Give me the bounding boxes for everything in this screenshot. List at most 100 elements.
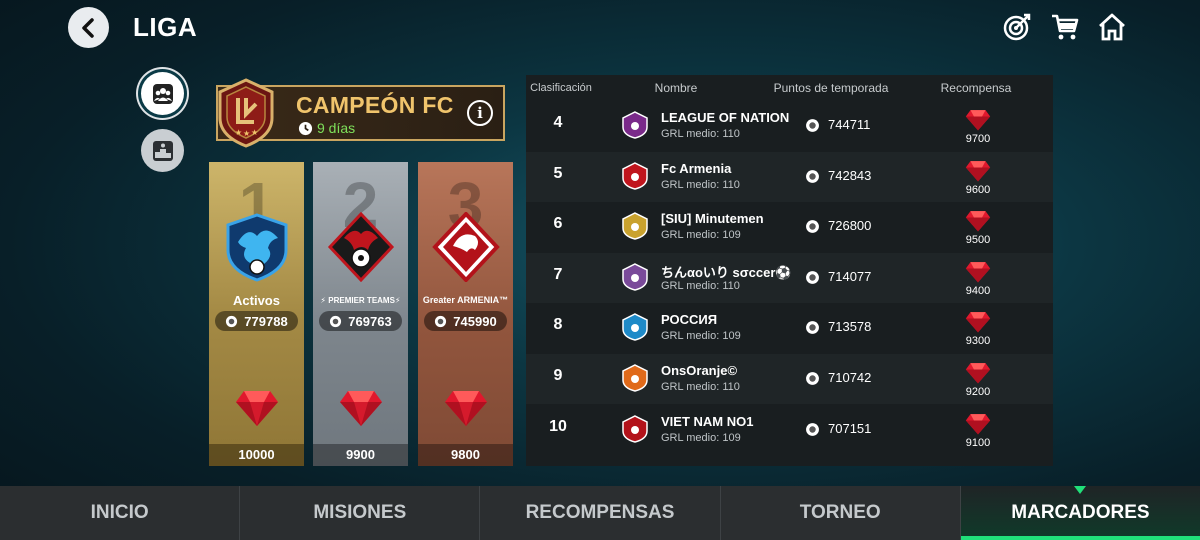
header-rank: Clasificación	[530, 82, 592, 94]
row-points: 742843	[828, 167, 872, 183]
team-crest-icon	[226, 213, 288, 282]
teams-icon	[152, 83, 173, 104]
team-logo-icon	[622, 161, 648, 190]
row-points: 726800	[828, 218, 872, 234]
row-team-name: LEAGUE OF NATION	[661, 110, 790, 125]
row-points: 713578	[828, 319, 872, 335]
points-medal-icon	[806, 372, 819, 385]
table-row[interactable]: 8 РОССИЯ GRL medio: 109 713578 9300	[526, 303, 1053, 353]
header-points: Puntos de temporada	[773, 81, 889, 95]
team-logo-icon	[622, 262, 648, 291]
division-name: CAMPEÓN FC	[296, 92, 454, 118]
podium-reward: 10000	[209, 444, 304, 466]
tab-torneo[interactable]: TORNEO	[721, 486, 961, 540]
row-grl: GRL medio: 110	[661, 128, 740, 140]
row-rank: 5	[553, 164, 563, 182]
tab-label: RECOMPENSAS	[525, 502, 675, 523]
row-grl: GRL medio: 110	[661, 381, 740, 393]
row-team-name: ちんαoいり ѕσccer⚽	[661, 264, 792, 280]
table-row[interactable]: 7 ちんαoいり ѕσccer⚽ GRL medio: 110 714077 9400	[526, 252, 1053, 303]
tab-recompensas[interactable]: RECOMPENSAS	[480, 486, 721, 540]
division-badge-icon: ★ ★ ★	[218, 78, 274, 148]
info-icon: i	[477, 104, 483, 122]
row-grl: GRL medio: 110	[661, 279, 740, 292]
points-medal-icon	[435, 315, 447, 327]
podium-card-2[interactable]: 2 ⚡ PREMIER TEAMS⚡ 769763 9900	[313, 162, 408, 466]
podium-reward: 9800	[418, 444, 513, 466]
active-tab-indicator	[1074, 486, 1087, 494]
tab-inicio[interactable]: INICIO	[0, 486, 241, 540]
table-header: Clasificación Nombre Puntos de temporada…	[526, 75, 1053, 101]
row-reward: 9300	[965, 335, 991, 348]
row-team-name: Fc Armenia	[661, 160, 732, 176]
podium-points: 779788	[215, 311, 298, 331]
table-row[interactable]: 10 VIET NAM NO1 GRL medio: 109 707151 9100	[526, 405, 1053, 455]
row-team-name: VIET NAM NO1	[661, 413, 754, 429]
row-reward: 9100	[965, 436, 991, 449]
table-row[interactable]: 4 LEAGUE OF NATION GRL medio: 110 744711 970…	[526, 101, 1053, 151]
row-reward: 9700	[965, 133, 991, 145]
points-medal-icon	[806, 422, 819, 436]
division-banner: ★ ★ ★ CAMPEÓN FC 9 días i	[216, 78, 505, 148]
clock-icon	[298, 121, 313, 135]
home-icon	[1099, 13, 1125, 41]
gem-icon	[965, 211, 991, 232]
gem-icon	[445, 391, 487, 426]
points-medal-icon	[806, 321, 819, 335]
row-grl: GRL medio: 109	[661, 229, 741, 242]
tab-misiones[interactable]: MISIONES	[240, 486, 481, 540]
table-row[interactable]: 5 Fc Armenia GRL medio: 110 742843 9600	[526, 151, 1053, 202]
team-logo-icon	[622, 111, 648, 139]
team-logo-icon	[622, 414, 648, 443]
svg-text:★: ★	[243, 129, 250, 138]
home-button[interactable]	[1097, 12, 1127, 42]
team-logo-icon	[622, 364, 648, 392]
back-icon	[81, 17, 94, 38]
table-row[interactable]: 6 [SIU] Minutemen GRL medio: 109 726800 9500	[526, 202, 1053, 252]
team-crest-icon	[432, 212, 500, 282]
gem-icon	[965, 160, 991, 182]
podium-points: 769763	[319, 311, 402, 331]
gem-icon	[340, 391, 382, 426]
row-reward: 9500	[965, 234, 991, 247]
target-button[interactable]	[1002, 12, 1032, 42]
podium-points: 745990	[424, 311, 507, 331]
back-button[interactable]	[68, 7, 109, 48]
row-grl: GRL medio: 110	[661, 178, 740, 191]
tab-label: TORNEO	[799, 502, 881, 523]
podium-points-value: 745990	[453, 313, 497, 329]
gem-icon	[965, 363, 991, 384]
gem-icon	[236, 391, 278, 426]
store-button[interactable]	[1050, 12, 1080, 42]
row-rank: 9	[553, 367, 563, 384]
table-row[interactable]: 9 OnsOranje© GRL medio: 110 710742 9200	[526, 354, 1053, 404]
season-timer: 9 días	[298, 120, 355, 136]
info-button[interactable]: i	[467, 100, 493, 126]
podium-card-3[interactable]: 3 Greater ARMENIA™ 745990 9800	[418, 162, 513, 466]
row-points: 710742	[828, 370, 872, 385]
row-rank: 6	[553, 215, 563, 233]
podium-team-name: ⚡ PREMIER TEAMS⚡	[320, 296, 401, 305]
tab-label: MARCADORES	[1011, 502, 1150, 523]
podium-view-button[interactable]	[141, 129, 184, 172]
gem-icon	[965, 312, 991, 333]
tab-marcadores[interactable]: MARCADORES	[960, 486, 1200, 540]
header-name: Nombre	[654, 81, 698, 95]
team-logo-icon	[622, 313, 648, 342]
cart-icon	[1052, 14, 1079, 40]
svg-text:★: ★	[235, 128, 242, 137]
row-rank: 7	[553, 265, 563, 283]
podium-team-name: Greater ARMENIA™	[422, 295, 509, 305]
page-title: LIGA	[133, 12, 198, 42]
teams-view-button[interactable]	[141, 72, 184, 115]
row-points: 707151	[828, 420, 872, 436]
time-left: 9 días	[317, 120, 356, 136]
gem-icon	[965, 261, 991, 283]
team-logo-icon	[622, 212, 648, 240]
row-reward: 9200	[965, 386, 991, 398]
podium-reward: 9900	[313, 444, 408, 466]
podium-points-value: 779788	[244, 313, 288, 329]
points-medal-icon	[806, 220, 819, 234]
gem-icon	[965, 413, 991, 435]
podium-card-1[interactable]: 1 Activos 779788 10000	[209, 162, 304, 466]
